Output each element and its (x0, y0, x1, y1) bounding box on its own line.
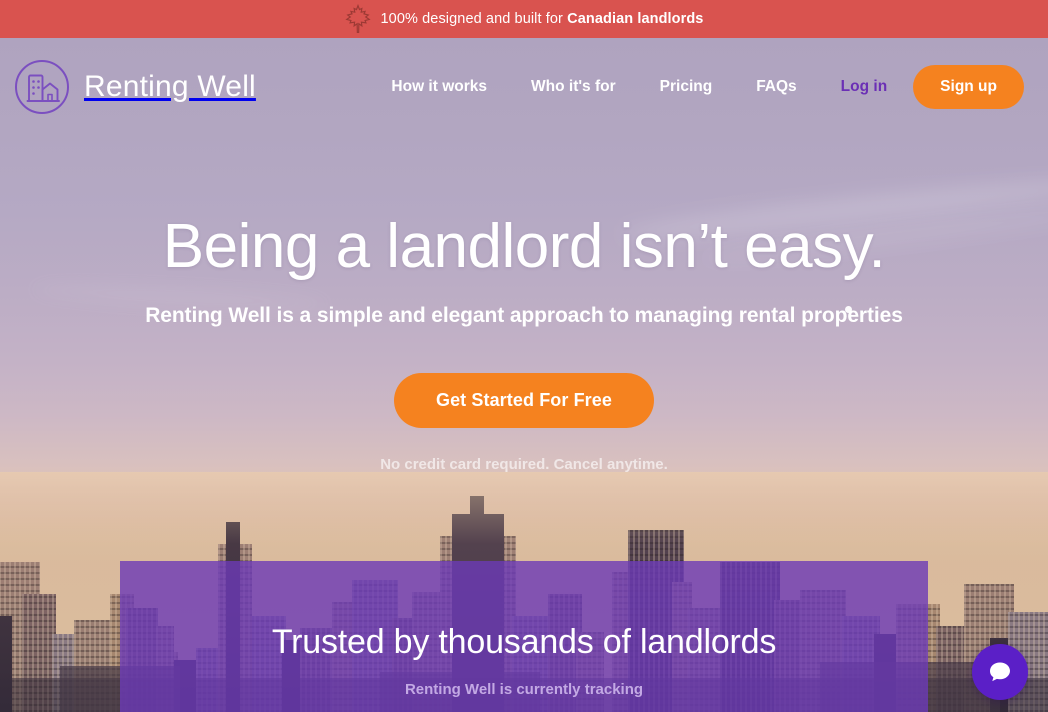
login-link[interactable]: Log in (819, 78, 914, 96)
announcement-banner: 100% designed and built for Canadian lan… (0, 0, 1048, 38)
main-navigation: How it works Who it's for Pricing FAQs L… (369, 65, 1024, 109)
hero-subtitle: Renting Well is a simple and elegant app… (145, 304, 903, 327)
nav-who-its-for[interactable]: Who it's for (509, 78, 638, 96)
trusted-panel: Trusted by thousands of landlords Rentin… (120, 561, 928, 712)
announcement-text-bold: Canadian landlords (567, 11, 704, 27)
maple-leaf-icon (344, 4, 371, 34)
brand-logo-link[interactable]: Renting Well (14, 59, 256, 115)
get-started-button[interactable]: Get Started For Free (393, 373, 655, 428)
building-house-circle-logo-icon (14, 59, 70, 115)
trusted-title: Trusted by thousands of landlords (271, 623, 777, 661)
hero-note: No credit card required. Cancel anytime. (380, 456, 668, 473)
announcement-text: 100% designed and built for Canadian lan… (381, 11, 704, 27)
page-title: Being a landlord isn’t easy. (162, 212, 886, 281)
site-header: Renting Well How it works Who it's for P… (0, 38, 1048, 136)
nav-how-it-works[interactable]: How it works (369, 78, 509, 96)
trusted-subtitle: Renting Well is currently tracking (404, 681, 644, 698)
signup-button[interactable]: Sign up (913, 65, 1024, 109)
nav-pricing[interactable]: Pricing (638, 78, 735, 96)
nav-faqs[interactable]: FAQs (734, 78, 818, 96)
announcement-text-plain: 100% designed and built for (380, 11, 568, 27)
chat-widget-button[interactable] (972, 644, 1028, 700)
chat-bubble-icon (985, 657, 1015, 687)
brand-name: Renting Well (84, 70, 256, 103)
